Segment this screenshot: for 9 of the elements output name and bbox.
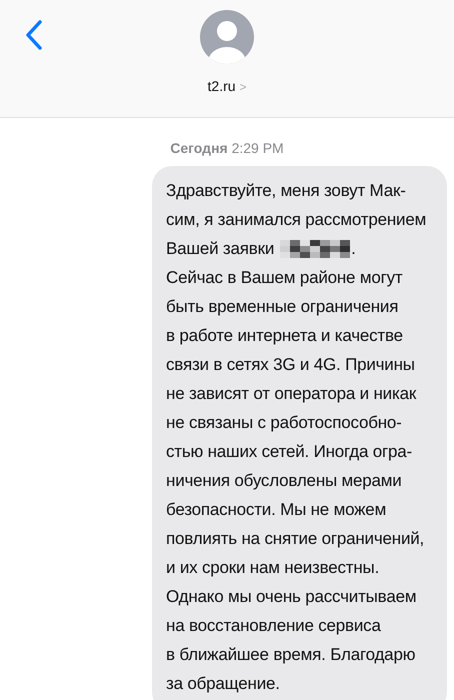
pixelated-redaction-drawing [280,240,350,258]
contact-name[interactable]: t2.ru > [208,78,246,94]
avatar-icon [200,10,254,64]
message-text: Здравствуйте, меня зовут Мак- сим, я занимался рассмотрением [166,180,426,231]
message-text: Сейчас в Вашем районе могут быть временные ограничения в работе интернета и качестве связи в сетях 3G и 4G. Причины не зависят от оператора и никак не связаны с работоспособно- стью наших сетей. Иногда огра- ничения обусловлены мерами безопасности. Мы не можем повлиять на снятие ограничений, и их сроки нам неизвестны. Однако мы очень рассчитываем на восстановление сервиса в ближайшее время. Благодарю за обращение. [166,267,424,695]
message-text: Вашей заявки [166,238,274,260]
message-text: . [351,238,356,260]
message-timestamp: Сегодня 2:29 PM [169,140,285,156]
back-icon[interactable] [26,20,42,50]
